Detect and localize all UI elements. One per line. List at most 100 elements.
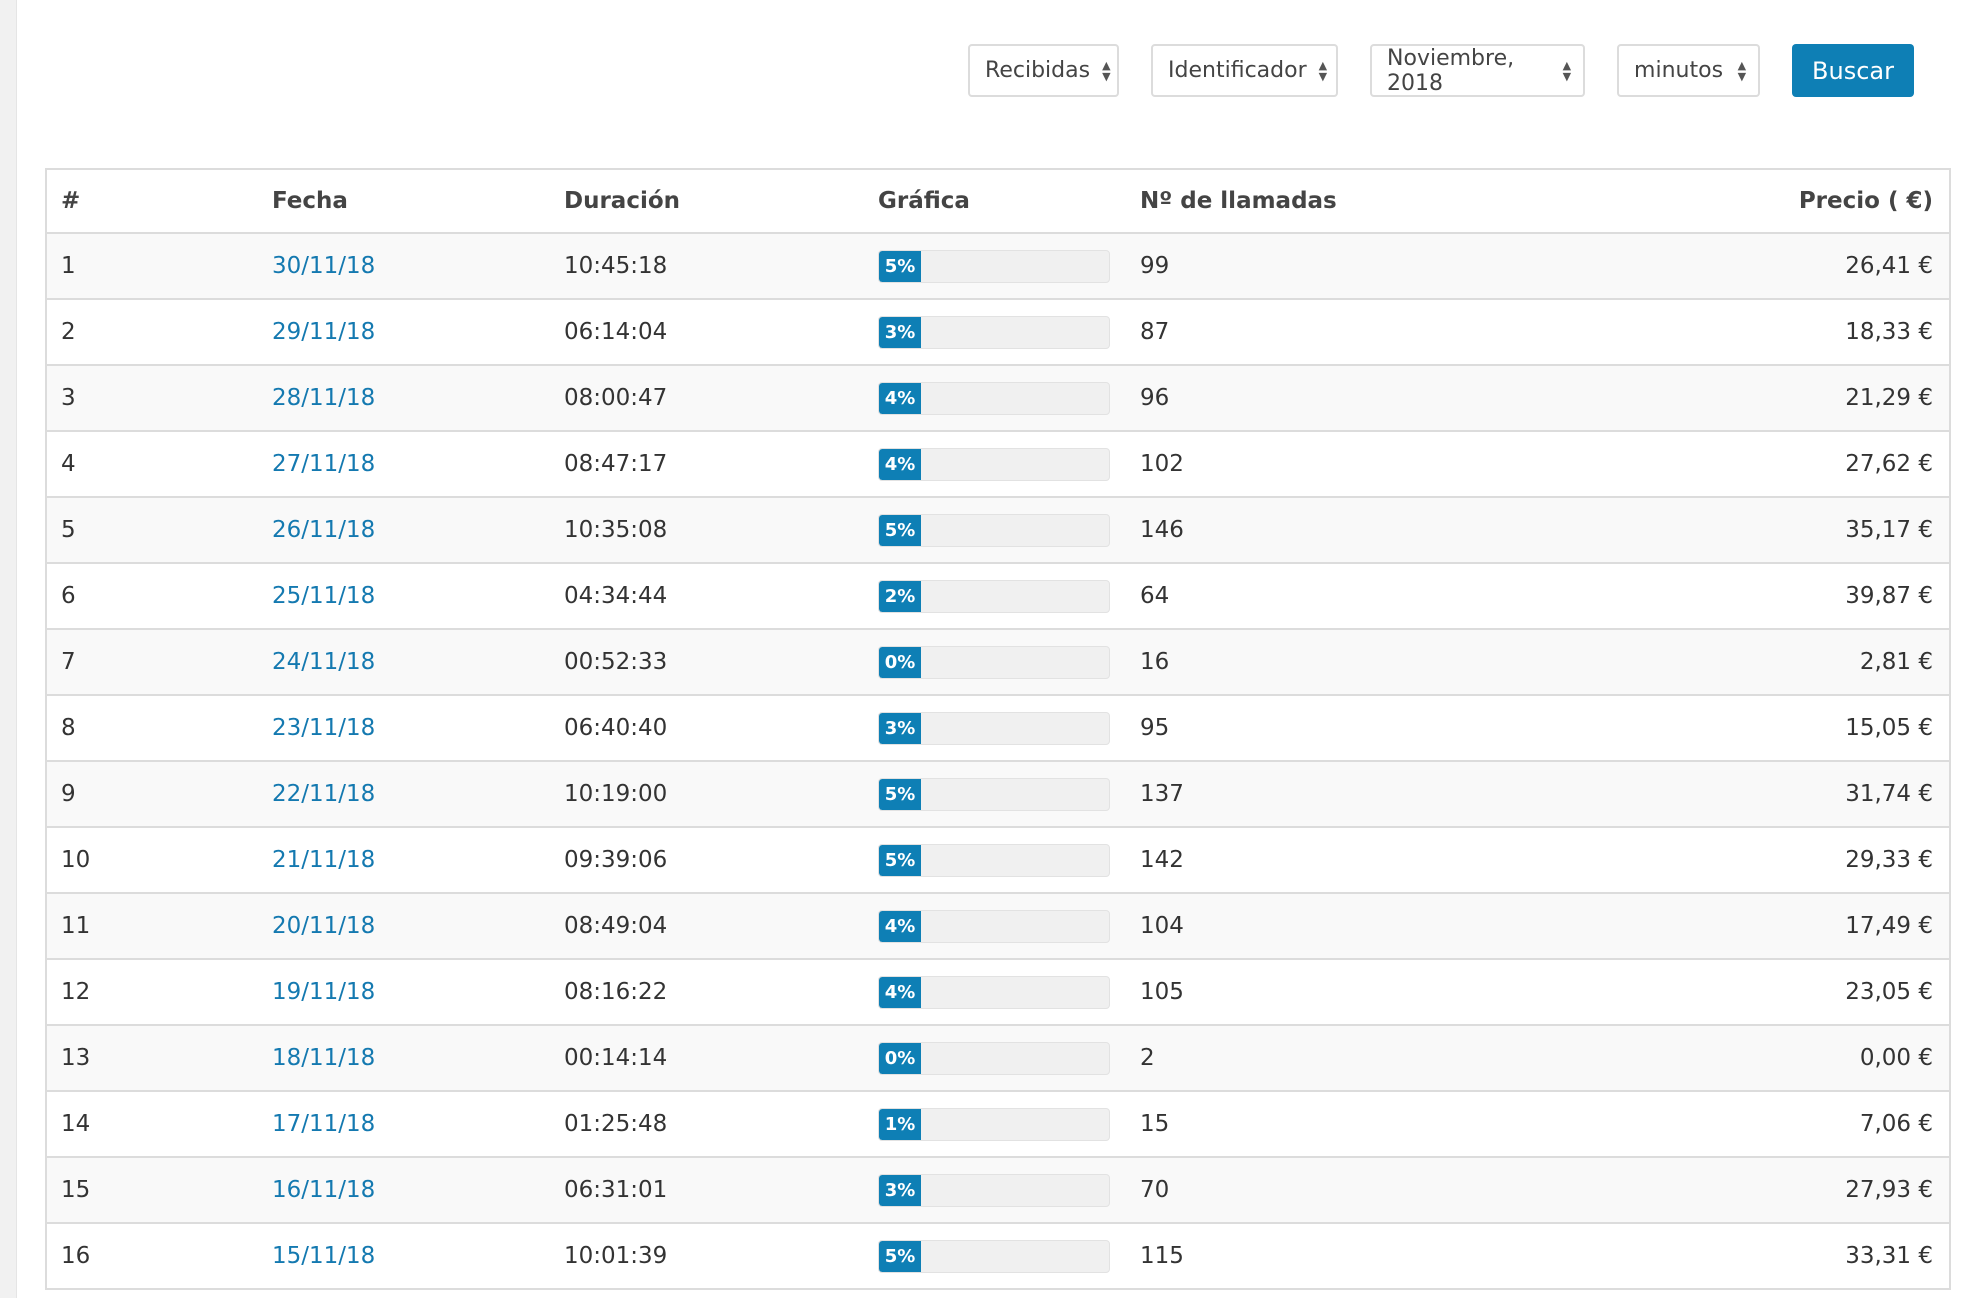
progress-bar: 5% [878, 843, 1110, 877]
table-row: 10 21/11/18 09:39:06 5% 142 29,33 € [46, 827, 1950, 893]
date-link[interactable]: 25/11/18 [258, 563, 550, 629]
date-link[interactable]: 15/11/18 [258, 1223, 550, 1289]
date-link[interactable]: 28/11/18 [258, 365, 550, 431]
price-cell: 26,41 € [1845, 253, 1933, 279]
date-link[interactable]: 23/11/18 [258, 695, 550, 761]
date-link[interactable]: 21/11/18 [258, 827, 550, 893]
progress-bar: 0% [878, 1041, 1110, 1075]
duration-cell: 09:39:06 [564, 847, 668, 873]
table-row: 12 19/11/18 08:16:22 4% 105 23,05 € [46, 959, 1950, 1025]
group-select[interactable]: Identificador ▲ ▼ [1151, 44, 1339, 97]
search-button[interactable]: Buscar [1792, 44, 1914, 97]
price-cell: 33,31 € [1845, 1243, 1933, 1269]
progress-bar: 3% [878, 1173, 1110, 1207]
calls-cell: 95 [1140, 715, 1170, 741]
unit-select[interactable]: minutos ▲ ▼ [1617, 44, 1761, 97]
price-cell: 21,29 € [1845, 385, 1933, 411]
date-link[interactable]: 22/11/18 [258, 761, 550, 827]
row-number: 13 [61, 1045, 91, 1071]
date-link[interactable]: 19/11/18 [258, 959, 550, 1025]
table-row: 14 17/11/18 01:25:48 1% 15 7,06 € [46, 1091, 1950, 1157]
graph-cell: 5% [864, 233, 1126, 299]
select-arrows-icon: ▲ ▼ [1562, 58, 1572, 83]
price-cell: 23,05 € [1845, 979, 1933, 1005]
calls-cell: 102 [1140, 451, 1184, 477]
type-select[interactable]: Recibidas ▲ ▼ [968, 44, 1120, 97]
table-row: 13 18/11/18 00:14:14 0% 2 0,00 € [46, 1025, 1950, 1091]
row-number: 4 [61, 451, 76, 477]
date-link[interactable]: 27/11/18 [258, 431, 550, 497]
table-row: 4 27/11/18 08:47:17 4% 102 27,62 € [46, 431, 1950, 497]
calls-cell: 115 [1140, 1243, 1184, 1269]
duration-cell: 04:34:44 [564, 583, 668, 609]
col-header-duration: Duración [550, 169, 864, 234]
progress-bar: 3% [878, 711, 1110, 745]
row-number: 3 [61, 385, 76, 411]
graph-cell: 4% [864, 365, 1126, 431]
progress-fill: 4% [879, 448, 921, 480]
progress-fill: 5% [879, 514, 921, 546]
row-number: 1 [61, 253, 76, 279]
duration-cell: 08:16:22 [564, 979, 668, 1005]
graph-cell: 5% [864, 827, 1126, 893]
progress-fill: 2% [879, 580, 921, 612]
duration-cell: 06:31:01 [564, 1177, 668, 1203]
row-number: 6 [61, 583, 76, 609]
duration-cell: 10:35:08 [564, 517, 668, 543]
calls-cell: 105 [1140, 979, 1184, 1005]
graph-cell: 0% [864, 1025, 1126, 1091]
date-link[interactable]: 18/11/18 [258, 1025, 550, 1091]
date-link[interactable]: 17/11/18 [258, 1091, 550, 1157]
row-number: 9 [61, 781, 76, 807]
progress-bar: 4% [878, 381, 1110, 415]
progress-bar: 3% [878, 315, 1110, 349]
unit-select-value: minutos [1634, 58, 1724, 83]
date-link[interactable]: 29/11/18 [258, 299, 550, 365]
graph-cell: 3% [864, 695, 1126, 761]
duration-cell: 06:14:04 [564, 319, 668, 345]
month-select[interactable]: Noviembre, 2018 ▲ ▼ [1370, 44, 1586, 97]
progress-fill: 5% [879, 1240, 921, 1272]
progress-fill: 1% [879, 1108, 921, 1140]
duration-cell: 00:14:14 [564, 1045, 668, 1071]
graph-cell: 0% [864, 629, 1126, 695]
group-select-value: Identificador [1168, 58, 1307, 83]
date-link[interactable]: 24/11/18 [258, 629, 550, 695]
progress-bar: 2% [878, 579, 1110, 613]
progress-fill: 0% [879, 646, 921, 678]
price-cell: 18,33 € [1845, 319, 1933, 345]
price-cell: 15,05 € [1845, 715, 1933, 741]
progress-bar: 4% [878, 975, 1110, 1009]
duration-cell: 10:19:00 [564, 781, 668, 807]
calls-cell: 99 [1140, 253, 1170, 279]
graph-cell: 3% [864, 299, 1126, 365]
row-number: 5 [61, 517, 76, 543]
progress-fill: 5% [879, 844, 921, 876]
row-number: 11 [61, 913, 91, 939]
row-number: 10 [61, 847, 91, 873]
date-link[interactable]: 16/11/18 [258, 1157, 550, 1223]
progress-bar: 4% [878, 909, 1110, 943]
progress-bar: 5% [878, 777, 1110, 811]
col-header-number: # [46, 169, 258, 234]
date-link[interactable]: 26/11/18 [258, 497, 550, 563]
price-cell: 31,74 € [1845, 781, 1933, 807]
duration-cell: 08:47:17 [564, 451, 668, 477]
date-link[interactable]: 20/11/18 [258, 893, 550, 959]
duration-cell: 10:01:39 [564, 1243, 668, 1269]
calls-table: # Fecha Duración Gráfica Nº de llamadas … [45, 168, 1951, 1290]
price-cell: 27,62 € [1845, 451, 1933, 477]
select-arrows-icon: ▲ ▼ [1102, 58, 1111, 83]
price-cell: 2,81 € [1859, 649, 1933, 675]
graph-cell: 5% [864, 497, 1126, 563]
filter-bar: Recibidas ▲ ▼ Identificador ▲ ▼ Noviembre,… [968, 44, 1914, 97]
graph-cell: 1% [864, 1091, 1126, 1157]
progress-fill: 4% [879, 976, 921, 1008]
date-link[interactable]: 30/11/18 [258, 233, 550, 299]
graph-cell: 5% [864, 1223, 1126, 1289]
price-cell: 39,87 € [1845, 583, 1933, 609]
table-row: 3 28/11/18 08:00:47 4% 96 21,29 € [46, 365, 1950, 431]
price-cell: 0,00 € [1859, 1045, 1933, 1071]
row-number: 8 [61, 715, 76, 741]
month-select-value: Noviembre, 2018 [1387, 45, 1515, 96]
